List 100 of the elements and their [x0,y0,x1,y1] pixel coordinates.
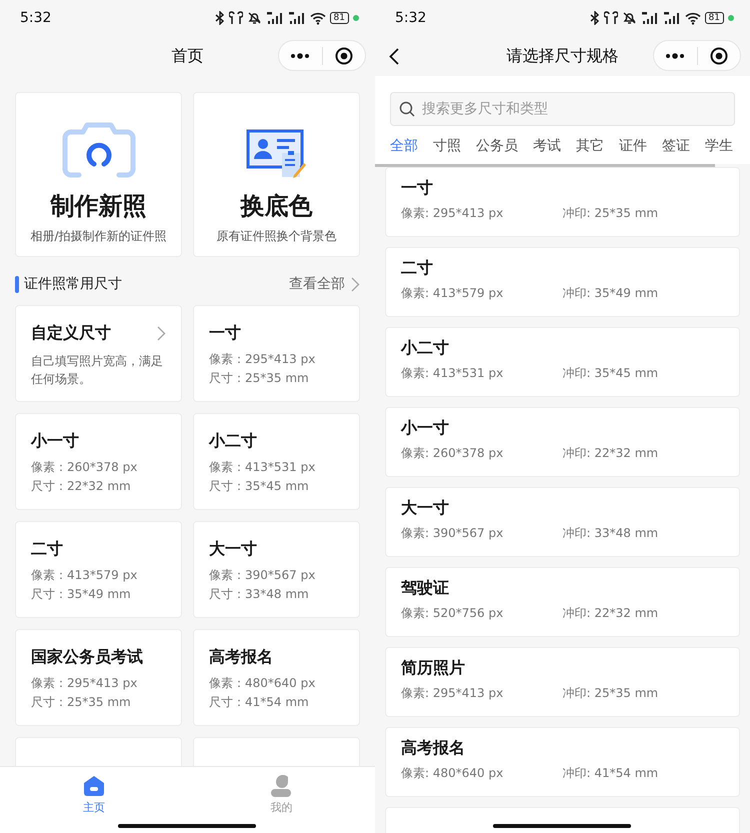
pixel-dimensions: 像素：413*531 px [209,459,316,476]
accent-bar [15,276,19,292]
print-size: 冲印: 33*48 mm [562,525,660,542]
category-tab[interactable]: 寸照 [433,136,461,156]
section-title: 证件照常用尺寸 [24,274,122,294]
size-card[interactable]: 二寸 像素：413*579 px 尺寸：35*49 mm [15,521,182,618]
pixel-dimensions: 像素：390*567 px [209,567,316,584]
size-card[interactable]: 自定义尺寸 自己填写照片宽高，满足任何场景。 [15,305,182,402]
print-size: 尺寸：25*35 mm [31,694,132,711]
size-card[interactable]: 简历照片 像素: 295*413 px 冲印: 25*35 mm [385,647,740,717]
earbuds-icon [228,11,243,25]
size-card[interactable]: 一寸 像素：295*413 px 尺寸：25*35 mm [193,305,360,402]
print-size: 尺寸：33*48 mm [209,586,310,603]
size-title: 一寸 [401,177,434,199]
category-tab[interactable]: 学生 [705,136,733,156]
category-tab[interactable]: 签证 [662,136,690,156]
page-title: 请选择尺寸规格 [506,45,618,67]
pixel-dimensions: 像素：295*413 px [209,351,316,368]
camera-icon [60,121,136,179]
size-card[interactable]: 小一寸 像素：260*378 px 尺寸：22*32 mm [15,413,182,510]
mute-icon [622,11,637,25]
size-card[interactable]: 大一寸 像素: 390*567 px 冲印: 33*48 mm [385,487,740,557]
status-time: 5:32 [20,8,52,28]
size-title: 驾驶证 [401,577,450,599]
signal-icon [266,11,284,25]
battery-indicator: 81 [704,12,724,24]
person-icon [270,775,292,797]
size-card[interactable]: 小一寸 像素: 260*378 px 冲印: 22*32 mm [385,407,740,477]
pixel-dimensions: 像素: 390*567 px [401,525,504,542]
size-card[interactable]: 驾驶证 像素: 520*756 px 冲印: 22*32 mm [385,567,740,637]
size-title: 简历照片 [401,657,466,679]
size-card[interactable]: 二寸 像素: 413*579 px 冲印: 35*49 mm [385,247,740,317]
size-title: 二寸 [401,257,434,279]
size-title: 高考报名 [401,737,466,759]
category-tab[interactable]: 全部 [390,136,418,156]
size-description: 自己填写照片宽高，满足任何场景。 [31,353,164,388]
pixel-dimensions: 像素：295*413 px [31,675,138,692]
more-icon [665,52,686,58]
print-size: 尺寸：41*54 mm [209,694,310,711]
more-icon [290,52,310,58]
home-icon [82,775,105,797]
print-size: 冲印: 22*32 mm [562,445,660,462]
pixel-dimensions: 像素: 520*756 px [401,605,504,622]
signal-icon [288,11,306,25]
size-title: 大一寸 [209,538,257,560]
tab-item[interactable]: 主页 [0,767,188,816]
category-tab[interactable]: 证件 [619,136,647,156]
page-title: 首页 [172,45,204,67]
feature-card[interactable]: 换底色 原有证件照换个背景色 [193,92,360,257]
size-card[interactable]: 大一寸 像素：390*567 px 尺寸：33*48 mm [193,521,360,618]
pixel-dimensions: 像素: 413*531 px [401,365,504,382]
category-tab[interactable]: 考试 [533,136,561,156]
print-size: 冲印: 25*35 mm [562,205,660,222]
wifi-icon [684,12,701,24]
size-title: 二寸 [31,538,63,560]
print-size: 冲印: 35*45 mm [562,365,660,382]
search-icon [399,101,415,117]
feature-card[interactable]: 制作新照 相册/拍摄制作新的证件照 [15,92,182,257]
feature-subtitle: 原有证件照换个背景色 [216,228,336,245]
size-card[interactable]: 小二寸 像素: 413*531 px 冲印: 35*45 mm [385,327,740,397]
size-title: 大一寸 [401,497,450,519]
print-size: 冲印: 35*49 mm [562,285,660,302]
size-title: 高考报名 [209,646,273,668]
pixel-dimensions: 像素: 413*579 px [401,285,504,302]
size-title: 小二寸 [209,430,257,452]
print-size: 尺寸：35*49 mm [31,586,132,603]
print-size: 尺寸：22*32 mm [31,478,132,495]
search-field[interactable]: 搜索更多尺寸和类型 [390,92,735,126]
feature-subtitle: 相册/拍摄制作新的证件照 [30,228,167,245]
chevron-right-icon [157,326,166,340]
status-time: 5:32 [395,8,426,28]
pixel-dimensions: 像素：260*378 px [31,459,138,476]
earbuds-icon [604,11,618,25]
back-icon [389,48,399,64]
pixel-dimensions: 像素：480*640 px [209,675,316,692]
print-size: 尺寸：35*45 mm [209,478,310,495]
chevron-right-icon [351,276,360,292]
print-size: 冲印: 22*32 mm [562,605,660,622]
size-card[interactable]: 一寸 像素: 295*413 px 冲印: 25*35 mm [385,167,740,237]
category-tab[interactable]: 其它 [576,136,604,156]
pixel-dimensions: 像素：413*579 px [31,567,138,584]
signal-icon [662,11,681,25]
size-title: 小一寸 [31,430,79,452]
print-size: 冲印: 41*54 mm [562,765,660,782]
mute-icon [246,11,262,25]
size-card[interactable]: 小二寸 像素：413*531 px 尺寸：35*45 mm [193,413,360,510]
size-card[interactable]: 高考报名 像素：480*640 px 尺寸：41*54 mm [193,629,360,726]
pixel-dimensions: 像素: 260*378 px [401,445,504,462]
size-card[interactable]: 国家公务员考试 像素：295*413 px 尺寸：25*35 mm [15,629,182,726]
wifi-icon [310,12,326,24]
id-card-icon [246,129,308,179]
category-tab[interactable]: 公务员 [476,136,518,156]
size-card[interactable]: 高考报名 像素: 480*640 px 冲印: 41*54 mm [385,727,740,797]
bluetooth-icon [214,11,225,25]
print-size: 尺寸：25*35 mm [209,370,310,387]
battery-indicator: 81 [330,12,349,24]
view-all-link[interactable]: 查看全部 [289,274,360,294]
size-title: 小一寸 [401,417,450,439]
size-title: 自定义尺寸 [31,322,111,344]
feature-title: 制作新照 [50,191,146,221]
